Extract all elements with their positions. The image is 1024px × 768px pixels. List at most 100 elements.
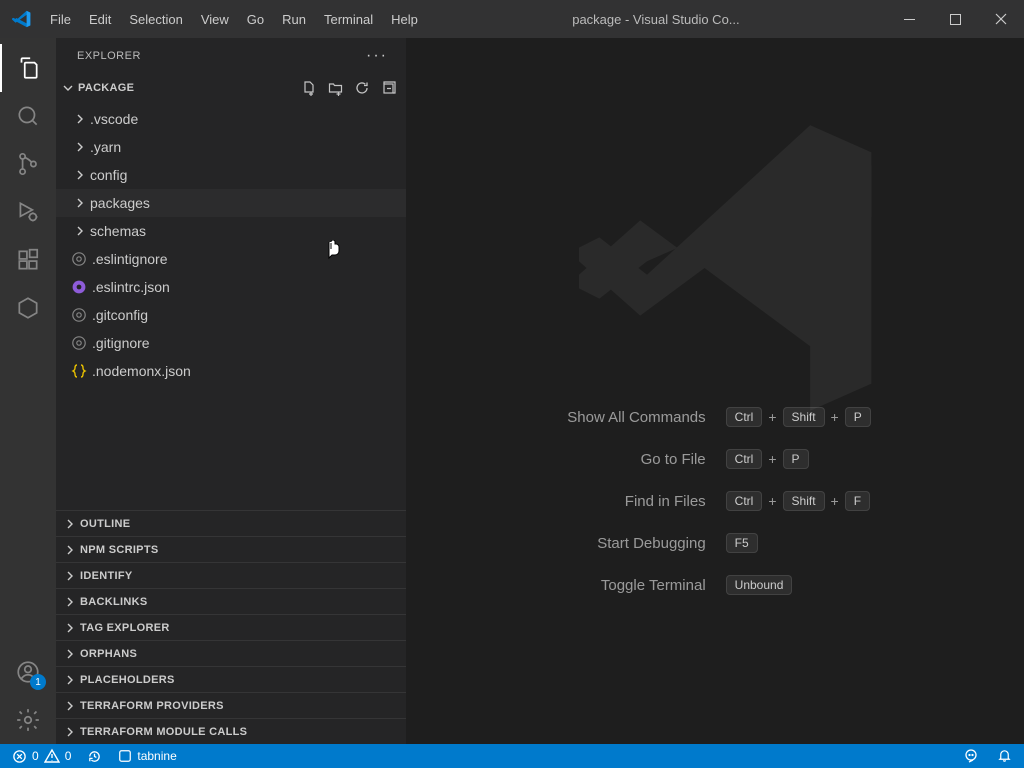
activity-accounts-icon[interactable]: 1 — [0, 648, 56, 696]
sidebar: EXPLORER ··· PACKAGE .vscode .yarn config p… — [56, 38, 406, 744]
plus-separator: + — [768, 451, 776, 467]
tree-file[interactable]: .gitignore — [56, 329, 406, 357]
status-tabnine-label: tabnine — [137, 749, 176, 763]
sidebar-panel-label: NPM SCRIPTS — [80, 544, 158, 556]
menu-selection[interactable]: Selection — [121, 8, 190, 31]
window-controls — [886, 0, 1024, 38]
activity-explorer-icon[interactable] — [0, 44, 56, 92]
maximize-icon[interactable] — [932, 0, 978, 38]
gear-gray-icon — [70, 307, 88, 323]
menu-run[interactable]: Run — [274, 8, 314, 31]
gear-gray-icon — [70, 251, 88, 267]
editor-area: Show All CommandsCtrl+Shift+PGo to FileC… — [406, 38, 1024, 744]
collapse-all-icon[interactable] — [380, 80, 396, 96]
status-bell-icon[interactable] — [997, 748, 1012, 764]
sidebar-more-icon[interactable]: ··· — [366, 47, 388, 65]
keycap: Unbound — [726, 575, 793, 595]
accounts-badge: 1 — [30, 674, 46, 690]
sidebar-panel-label: OUTLINE — [80, 518, 130, 530]
status-history[interactable] — [87, 749, 102, 764]
activity-hex-icon[interactable] — [0, 284, 56, 332]
keycap: Shift — [783, 491, 825, 511]
status-problems[interactable]: 0 0 — [12, 748, 71, 764]
tree-item-label: .gitignore — [92, 335, 150, 351]
sidebar-panel-header[interactable]: PLACEHOLDERS — [56, 666, 406, 692]
keycap: Ctrl — [726, 449, 763, 469]
menu-file[interactable]: File — [42, 8, 79, 31]
shortcut-label: Show All Commands — [567, 409, 705, 426]
status-tabnine[interactable]: tabnine — [118, 749, 176, 763]
status-errors-count: 0 — [32, 749, 39, 763]
tree-folder[interactable]: config — [56, 161, 406, 189]
shortcut-keys: Ctrl + Shift + P — [726, 407, 871, 427]
activity-extensions-icon[interactable] — [0, 236, 56, 284]
sidebar-panel-label: BACKLINKS — [80, 596, 147, 608]
sidebar-panel-header[interactable]: TERRAFORM MODULE CALLS — [56, 718, 406, 744]
tree-item-label: .eslintrc.json — [92, 279, 170, 295]
tree-item-label: .yarn — [90, 139, 121, 155]
shortcut-keys: Ctrl+Shift+F — [726, 491, 871, 511]
file-tree: .vscode.yarnconfigpackagesschemas.eslint… — [56, 103, 406, 387]
sidebar-panel-header[interactable]: NPM SCRIPTS — [56, 536, 406, 562]
shortcut-keys: F5 — [726, 533, 871, 553]
sidebar-panel-header[interactable]: OUTLINE — [56, 510, 406, 536]
menu-go[interactable]: Go — [239, 8, 272, 31]
vscode-logo-icon — [6, 9, 38, 29]
tree-file[interactable]: .eslintrc.json — [56, 273, 406, 301]
menu-help[interactable]: Help — [383, 8, 426, 31]
sidebar-panel-header[interactable]: TAG EXPLORER — [56, 614, 406, 640]
tree-file[interactable]: .nodemonx.json — [56, 357, 406, 385]
tree-folder[interactable]: schemas — [56, 217, 406, 245]
shortcut-keys: Unbound — [726, 575, 871, 595]
tree-file[interactable]: .eslintignore — [56, 245, 406, 273]
sidebar-panel-label: TERRAFORM MODULE CALLS — [80, 726, 247, 738]
plus-separator: + — [831, 493, 839, 509]
tree-item-label: .nodemonx.json — [92, 363, 191, 379]
status-feedback-icon[interactable] — [963, 748, 979, 764]
shortcut-label: Toggle Terminal — [567, 577, 705, 594]
sidebar-panel-header[interactable]: TERRAFORM PROVIDERS — [56, 692, 406, 718]
sidebar-panel-header[interactable]: IDENTIFY — [56, 562, 406, 588]
minimize-icon[interactable] — [886, 0, 932, 38]
activity-bar: 1 — [0, 38, 56, 744]
sidebar-panel-label: IDENTIFY — [80, 570, 133, 582]
tree-file[interactable]: .gitconfig — [56, 301, 406, 329]
sidebar-title-label: EXPLORER — [77, 50, 141, 62]
activity-run-debug-icon[interactable] — [0, 188, 56, 236]
keycap: Ctrl — [726, 491, 763, 511]
tree-item-label: packages — [90, 195, 150, 211]
tree-item-label: .gitconfig — [92, 307, 148, 323]
keycap: Shift — [783, 407, 825, 427]
plus-separator: + — [768, 409, 776, 425]
menu-terminal[interactable]: Terminal — [316, 8, 381, 31]
braces-yellow-icon — [70, 363, 88, 379]
keycap: P — [845, 407, 871, 427]
sidebar-folder-header[interactable]: PACKAGE — [56, 73, 406, 103]
sidebar-panel-label: TERRAFORM PROVIDERS — [80, 700, 224, 712]
gear-purple-icon — [70, 279, 88, 295]
shortcut-label: Find in Files — [567, 493, 705, 510]
tree-folder[interactable]: .vscode — [56, 105, 406, 133]
sidebar-panel-label: TAG EXPLORER — [80, 622, 170, 634]
activity-search-icon[interactable] — [0, 92, 56, 140]
status-bar: 0 0 tabnine — [0, 744, 1024, 768]
sidebar-panel-header[interactable]: ORPHANS — [56, 640, 406, 666]
new-folder-icon[interactable] — [327, 80, 344, 96]
refresh-icon[interactable] — [354, 80, 370, 96]
close-icon[interactable] — [978, 0, 1024, 38]
menu-view[interactable]: View — [193, 8, 237, 31]
window-title: package - Visual Studio Co... — [426, 12, 886, 27]
sidebar-title: EXPLORER ··· — [56, 38, 406, 73]
tree-folder[interactable]: packages — [56, 189, 406, 217]
activity-settings-icon[interactable] — [0, 696, 56, 744]
shortcut-keys: Ctrl + P — [726, 449, 871, 469]
plus-separator: + — [831, 409, 839, 425]
keycap: P — [783, 449, 809, 469]
activity-source-control-icon[interactable] — [0, 140, 56, 188]
keycap: Ctrl — [726, 407, 763, 427]
menu-edit[interactable]: Edit — [81, 8, 119, 31]
new-file-icon[interactable] — [301, 80, 317, 96]
sidebar-panel-header[interactable]: BACKLINKS — [56, 588, 406, 614]
gear-gray-icon — [70, 335, 88, 351]
tree-folder[interactable]: .yarn — [56, 133, 406, 161]
